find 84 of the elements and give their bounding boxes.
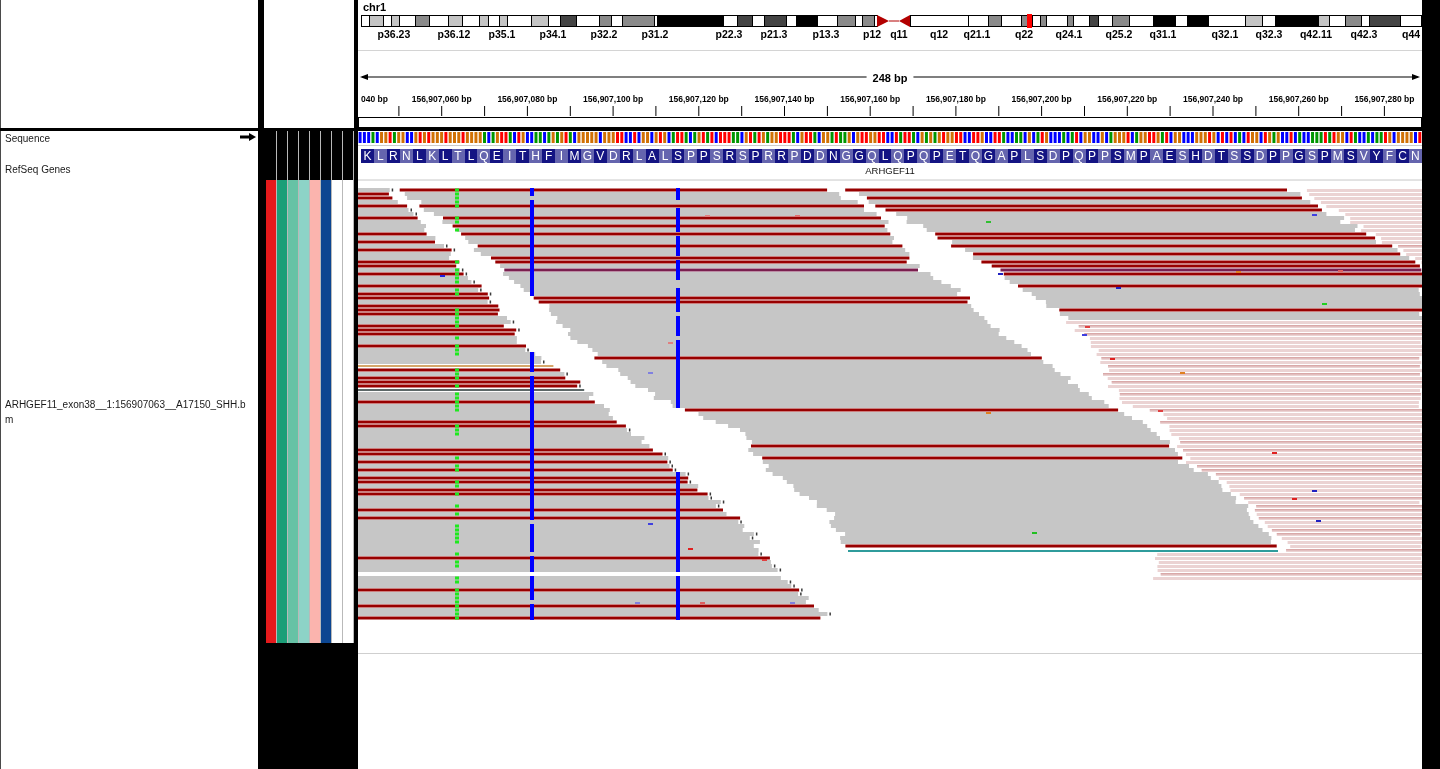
amino-acid: F bbox=[1383, 149, 1396, 163]
ruler-label: 156,907,120 bp bbox=[668, 93, 729, 104]
amino-acid: F bbox=[542, 149, 556, 163]
amino-acid: S bbox=[710, 149, 724, 163]
amino-acid: M bbox=[568, 149, 581, 163]
band-label: q42.3 bbox=[1350, 28, 1378, 40]
amino-acid: S bbox=[736, 149, 750, 163]
amino-acid: P bbox=[684, 149, 698, 163]
amino-acid: M bbox=[1124, 149, 1138, 163]
gene-name: ARHGEF11 bbox=[865, 165, 915, 176]
band-label: q42.11 bbox=[1299, 28, 1333, 40]
band-label: p32.2 bbox=[590, 28, 618, 40]
amino-acid: P bbox=[697, 149, 711, 163]
amino-acid: P bbox=[930, 149, 944, 163]
band-label: q11 bbox=[890, 28, 908, 40]
ruler-label: 156,907,200 bp bbox=[1011, 93, 1072, 104]
amino-acid: S bbox=[1305, 149, 1319, 163]
amino-acid: T bbox=[516, 149, 530, 163]
band-label: q31.1 bbox=[1149, 28, 1177, 40]
band-label: q21.1 bbox=[963, 28, 991, 40]
amino-acid: G bbox=[982, 149, 995, 163]
ruler-label: 156,907,240 bp bbox=[1183, 93, 1243, 104]
amino-acid: S bbox=[1111, 149, 1125, 163]
amino-acid: Q bbox=[891, 149, 905, 163]
amino-acid: R bbox=[762, 149, 775, 163]
band-label: p21.3 bbox=[760, 28, 788, 40]
amino-acid: R bbox=[775, 149, 788, 163]
track-name: RefSeq Genes bbox=[5, 164, 71, 175]
band-label: p13.3 bbox=[812, 28, 840, 40]
ruler-label: 156,907,080 bp bbox=[497, 93, 558, 104]
ruler-label: 156,907,220 bp bbox=[1097, 93, 1158, 104]
amino-acid: Y bbox=[1370, 149, 1384, 163]
amino-acid: C bbox=[1396, 149, 1409, 163]
band-label: q44 bbox=[1402, 28, 1421, 40]
amino-acid: P bbox=[749, 149, 763, 163]
amino-acid: E bbox=[943, 149, 957, 163]
ruler-label: 156,907,260 bp bbox=[1268, 93, 1329, 104]
amino-acid: R bbox=[723, 149, 737, 163]
band-label: p31.2 bbox=[641, 28, 669, 40]
amino-acid: S bbox=[1344, 149, 1358, 163]
ruler-label: 156,907,140 bp bbox=[754, 93, 815, 104]
band-label: p36.23 bbox=[377, 28, 411, 40]
amino-acid: P bbox=[1137, 149, 1151, 163]
band-label: p36.12 bbox=[437, 28, 471, 40]
amino-acid: I bbox=[555, 149, 568, 163]
ruler-label: 156,907,160 bp bbox=[840, 93, 901, 104]
amino-acid: Q bbox=[969, 149, 982, 163]
amino-acid: H bbox=[1189, 149, 1202, 163]
amino-acid: P bbox=[904, 149, 918, 163]
chromosome-name: chr1 bbox=[363, 1, 387, 13]
ruler-label: 156,907,100 bp bbox=[583, 93, 644, 104]
band-label: q24.1 bbox=[1055, 28, 1083, 40]
amino-acid: P bbox=[1318, 149, 1332, 163]
amino-acid: K bbox=[361, 149, 374, 163]
ruler-label: 040 bp bbox=[361, 93, 388, 104]
amino-acid: V bbox=[1357, 149, 1371, 163]
band-label: q32.3 bbox=[1255, 28, 1283, 40]
amino-acid: M bbox=[1331, 149, 1345, 163]
amino-acid: E bbox=[1163, 149, 1177, 163]
amino-acid: E bbox=[490, 149, 504, 163]
amino-acid: P bbox=[1098, 149, 1112, 163]
band-label: q25.2 bbox=[1105, 28, 1133, 40]
strand-arrow-icon[interactable] bbox=[240, 133, 256, 141]
band-label: q22 bbox=[1015, 28, 1034, 40]
band-label: q32.1 bbox=[1211, 28, 1239, 40]
chromosome-ideogram[interactable] bbox=[358, 14, 1422, 28]
amino-acid: H bbox=[529, 149, 543, 163]
amino-acid: Q bbox=[477, 149, 491, 163]
band-label: p34.1 bbox=[539, 28, 567, 40]
band-label: p22.3 bbox=[715, 28, 743, 40]
ruler-label: 156,907,060 bp bbox=[411, 93, 472, 104]
ruler-label: 156,907,180 bp bbox=[925, 93, 986, 104]
band-label: q12 bbox=[930, 28, 949, 40]
span-length: 248 bp bbox=[872, 71, 908, 84]
ruler-label: 156,907,280 bp bbox=[1354, 93, 1415, 104]
band-label: p12 bbox=[863, 28, 882, 40]
band-label: p35.1 bbox=[488, 28, 516, 40]
track-name: ARHGEF11_exon38__1:156907063__A17150_SHH.b m bbox=[5, 397, 246, 427]
track-name: Sequence bbox=[5, 133, 51, 145]
amino-acid: I bbox=[503, 149, 517, 163]
amino-acid: A bbox=[1150, 149, 1164, 163]
amino-acid: Q bbox=[917, 149, 931, 163]
amino-acid: S bbox=[1176, 149, 1189, 163]
amino-acid: T bbox=[956, 149, 970, 163]
